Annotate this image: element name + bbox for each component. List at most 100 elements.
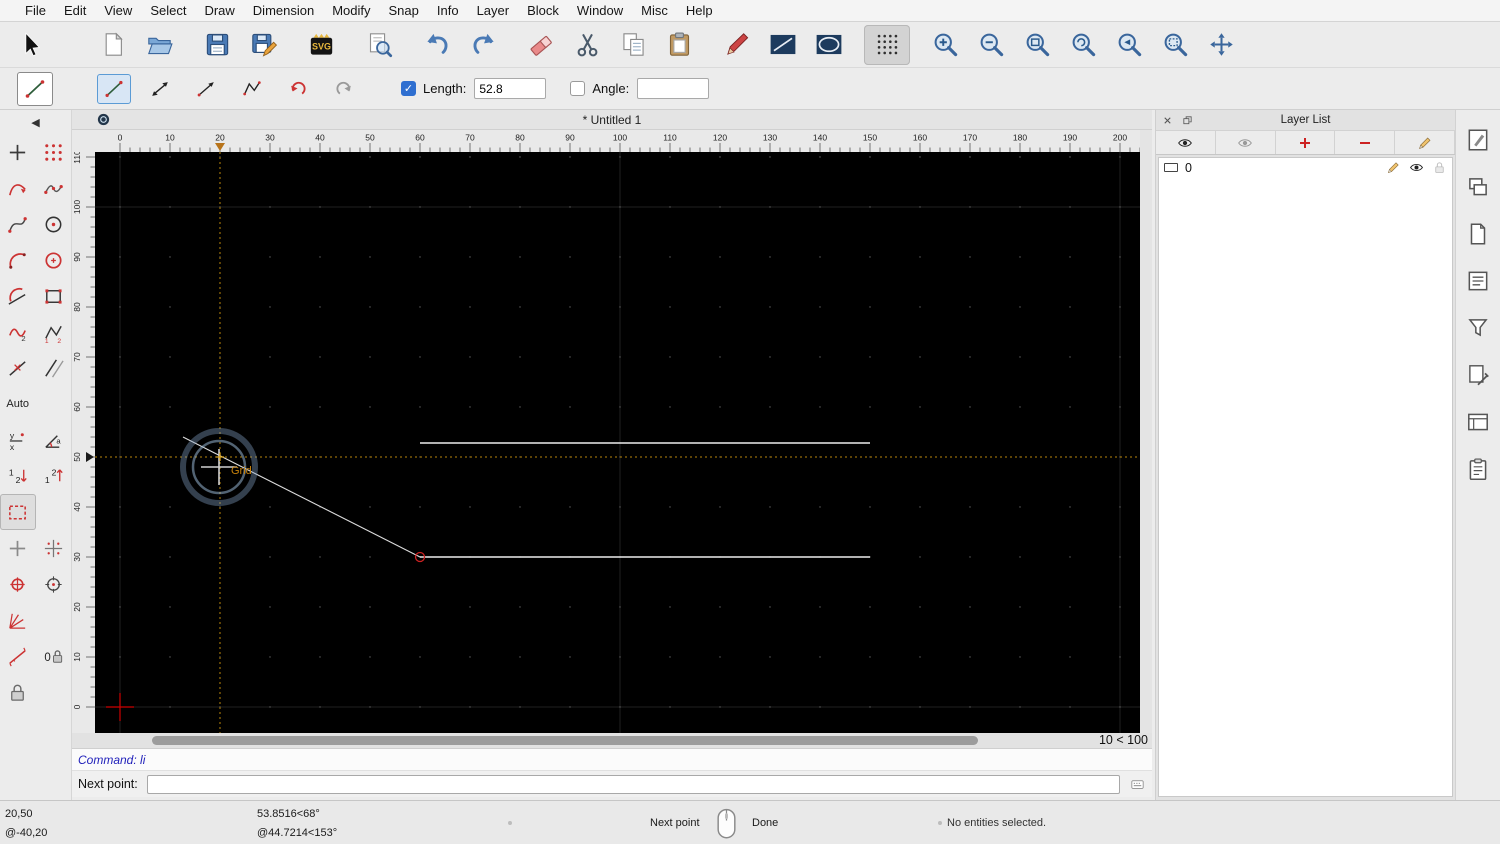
zoom-redraw-button[interactable] [1060, 25, 1106, 65]
layer-lock-icon[interactable] [1432, 160, 1447, 175]
length-input[interactable] [474, 78, 547, 99]
dock-views-button[interactable] [1462, 406, 1494, 438]
layers-show-all-button[interactable] [1156, 131, 1216, 154]
palette-collapse-button[interactable]: ◀ [0, 110, 71, 134]
tool-freehand[interactable] [0, 206, 36, 242]
coords-cartesian[interactable]: yx [0, 422, 36, 458]
tool-point-grid[interactable] [36, 134, 72, 170]
menu-draw[interactable]: Draw [195, 3, 243, 18]
save-button[interactable] [194, 25, 240, 65]
tool-arc[interactable] [0, 242, 36, 278]
dock-filter-button[interactable] [1462, 312, 1494, 344]
h-scrollbar-thumb[interactable] [152, 736, 978, 745]
tool-polyline[interactable] [235, 74, 269, 104]
snap-center[interactable] [36, 566, 72, 602]
open-file-button[interactable] [136, 25, 182, 65]
menu-help[interactable]: Help [677, 3, 722, 18]
zoom-pan-button[interactable] [1198, 25, 1244, 65]
menu-misc[interactable]: Misc [632, 3, 677, 18]
menu-edit[interactable]: Edit [55, 3, 95, 18]
command-input[interactable] [146, 774, 1120, 794]
menu-layer[interactable]: Layer [468, 3, 519, 18]
menu-info[interactable]: Info [428, 3, 468, 18]
segment-redo[interactable] [327, 74, 361, 104]
select-cursor-button[interactable] [8, 25, 54, 65]
tool-line-intersect[interactable] [0, 350, 36, 386]
tool-spline-degree2[interactable]: 2 [0, 314, 36, 350]
menu-view[interactable]: View [95, 3, 141, 18]
line-attributes-button[interactable] [760, 25, 806, 65]
zoom-out-button[interactable] [968, 25, 1014, 65]
length-checkbox[interactable]: ✓ [401, 81, 416, 96]
menu-modify[interactable]: Modify [323, 3, 379, 18]
lock-relative-zero[interactable] [0, 674, 36, 710]
dock-clipboard-button[interactable] [1462, 453, 1494, 485]
delete-eraser-button[interactable] [518, 25, 564, 65]
layer-visibility-icon[interactable] [1409, 160, 1424, 175]
coords-polar[interactable]: a [36, 422, 72, 458]
snap-distance[interactable] [0, 638, 36, 674]
tool-line-angle[interactable] [143, 74, 177, 104]
snap-auto[interactable]: Auto [0, 386, 36, 422]
grid-toggle-button[interactable] [864, 24, 910, 65]
float-window-icon[interactable] [1180, 113, 1194, 127]
menu-file[interactable]: File [16, 3, 55, 18]
layer-edit-icon[interactable] [1386, 160, 1401, 175]
snap-grid[interactable] [36, 530, 72, 566]
tool-spline-points[interactable] [36, 170, 72, 206]
current-tool-indicator[interactable] [17, 71, 53, 106]
command-dock-button[interactable] [1127, 776, 1147, 793]
pen-edit-button[interactable] [714, 25, 760, 65]
zoom-window-button[interactable] [1152, 25, 1198, 65]
layer-remove-button[interactable] [1335, 131, 1396, 154]
menu-snap[interactable]: Snap [380, 3, 428, 18]
angle-checkbox[interactable] [570, 81, 586, 96]
order-down[interactable]: 12 [0, 458, 36, 494]
layer-edit-button[interactable] [1395, 131, 1455, 154]
zoom-auto-button[interactable] [1014, 25, 1060, 65]
new-file-button[interactable] [90, 25, 136, 65]
tool-point[interactable] [0, 134, 36, 170]
tool-circle-center[interactable] [36, 242, 72, 278]
layer-add-button[interactable] [1276, 131, 1336, 154]
layer-row[interactable]: 0 [1159, 158, 1452, 177]
undo-button[interactable] [414, 25, 460, 65]
tool-ray[interactable] [189, 74, 223, 104]
segment-undo[interactable] [281, 74, 315, 104]
redo-button[interactable] [460, 25, 506, 65]
snap-free[interactable] [0, 530, 36, 566]
tool-polyline-segments[interactable]: 12 [36, 314, 72, 350]
menu-window[interactable]: Window [568, 3, 632, 18]
relative-zero[interactable]: 0 [36, 638, 72, 674]
tool-arc-tangent[interactable] [0, 278, 36, 314]
selection-window[interactable] [0, 494, 36, 530]
zoom-previous-button[interactable] [1106, 25, 1152, 65]
draft-mode-button[interactable] [806, 25, 852, 65]
snap-angle[interactable] [0, 602, 36, 638]
menu-dimension[interactable]: Dimension [244, 3, 323, 18]
dock-layers-button[interactable] [1462, 171, 1494, 203]
dock-pen-button[interactable] [1462, 124, 1494, 156]
export-svg-button[interactable]: SVG [298, 25, 344, 65]
document-icon[interactable] [96, 112, 111, 127]
dock-library-button[interactable] [1462, 265, 1494, 297]
print-preview-button[interactable] [356, 25, 402, 65]
close-icon[interactable] [1160, 113, 1174, 127]
paste-button[interactable] [656, 25, 702, 65]
layers-hide-all-button[interactable] [1216, 131, 1276, 154]
snap-endpoint[interactable] [0, 566, 36, 602]
drawing-canvas[interactable]: Grid [95, 152, 1140, 733]
dock-blocks-button[interactable] [1462, 218, 1494, 250]
tool-line-parallel[interactable] [36, 350, 72, 386]
tool-circle-point[interactable] [36, 206, 72, 242]
angle-input[interactable] [637, 78, 710, 99]
tool-line[interactable] [97, 73, 131, 104]
copy-button[interactable] [610, 25, 656, 65]
save-as-button[interactable] [240, 25, 286, 65]
order-up[interactable]: 12 [36, 458, 72, 494]
cut-button[interactable] [564, 25, 610, 65]
dock-edit-button[interactable] [1462, 359, 1494, 391]
menu-select[interactable]: Select [141, 3, 195, 18]
tool-spline[interactable] [0, 170, 36, 206]
tool-rect-handles[interactable] [36, 278, 72, 314]
